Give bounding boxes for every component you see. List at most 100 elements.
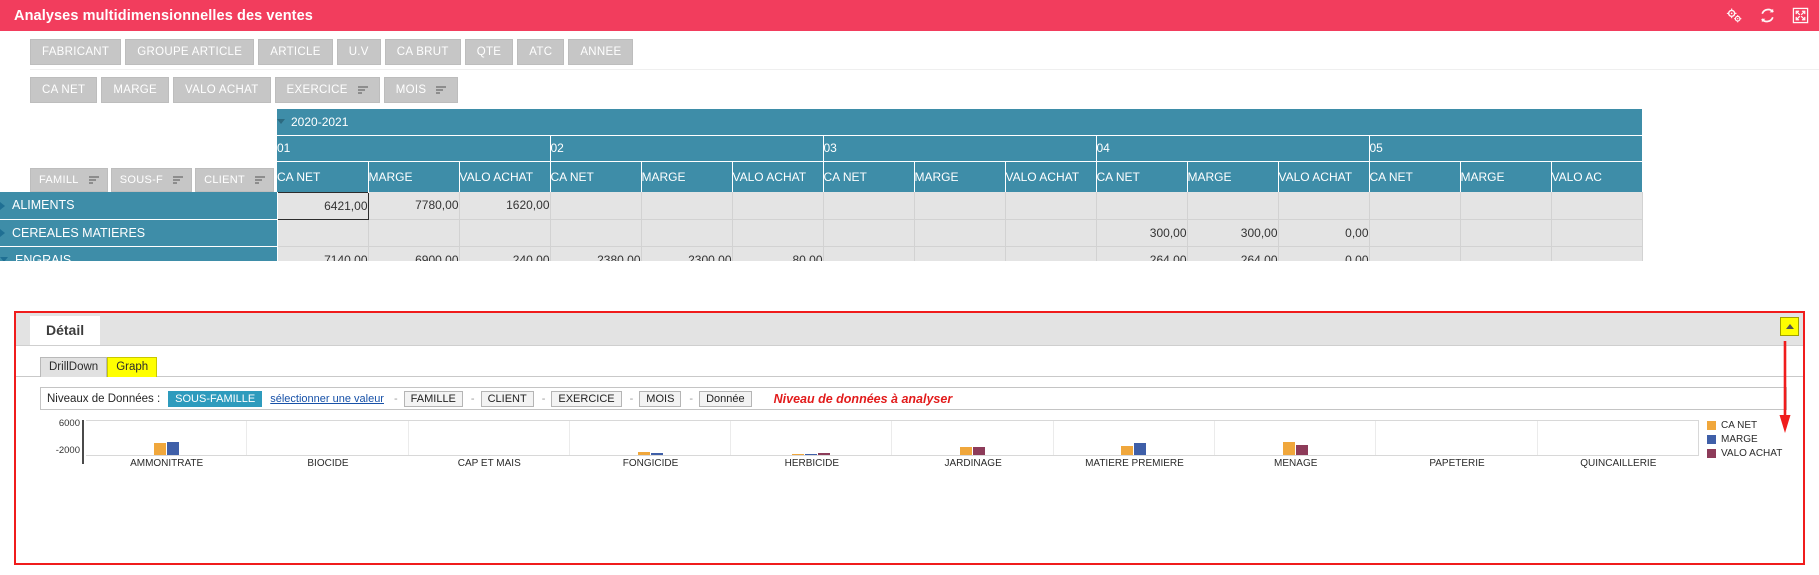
pivot-month-header[interactable]: 04 (1096, 135, 1369, 161)
select-value-link[interactable]: sélectionner une valeur (270, 393, 384, 405)
pivot-data-cell[interactable]: 80,00 (732, 246, 823, 261)
refresh-icon[interactable] (1759, 7, 1776, 24)
pivot-data-cell[interactable] (823, 246, 914, 261)
pivot-data-cell[interactable] (1551, 192, 1642, 219)
level-chip[interactable]: FAMILLE (404, 391, 463, 407)
pivot-table-region[interactable]: 2020-20210102030405FAMILLSOUS-FCLIENTCA … (0, 109, 1819, 261)
pivot-data-cell[interactable] (1096, 192, 1187, 219)
pivot-row-header[interactable]: ALIMENTS (0, 192, 277, 219)
pivot-data-cell[interactable] (1369, 192, 1460, 219)
pivot-measure-header[interactable]: MARGE (1460, 161, 1551, 192)
dimension-chip[interactable]: ATC (517, 39, 564, 65)
dimension-chip[interactable]: FABRICANT (30, 39, 121, 65)
pivot-data-cell[interactable]: 0,00 (1278, 246, 1369, 261)
pivot-row-header[interactable]: ENGRAIS (0, 246, 277, 261)
pivot-data-cell[interactable] (1369, 219, 1460, 246)
dimension-chip[interactable]: MOIS (384, 77, 459, 103)
pivot-data-cell[interactable]: 264,00 (1187, 246, 1278, 261)
pivot-data-cell[interactable]: 240,00 (459, 246, 550, 261)
pivot-data-cell[interactable]: 300,00 (1096, 219, 1187, 246)
pivot-data-cell[interactable] (641, 219, 732, 246)
pivot-month-header[interactable]: 02 (550, 135, 823, 161)
panel-collapse-button[interactable] (1780, 317, 1799, 336)
pivot-measure-header[interactable]: MARGE (914, 161, 1005, 192)
level-chip[interactable]: CLIENT (481, 391, 534, 407)
pivot-data-cell[interactable]: 1620,00 (459, 192, 550, 219)
pivot-measure-header[interactable]: VALO ACHAT (732, 161, 823, 192)
dimension-chip[interactable]: QTE (465, 39, 514, 65)
pivot-measure-header[interactable]: VALO AC (1551, 161, 1642, 192)
pivot-data-cell[interactable] (914, 192, 1005, 219)
tab-detail[interactable]: Détail (30, 316, 100, 345)
pivot-data-cell[interactable] (1005, 246, 1096, 261)
pivot-data-cell[interactable]: 300,00 (1187, 219, 1278, 246)
pivot-row-header[interactable]: CEREALES MATIERES (0, 219, 277, 246)
level-chip[interactable]: EXERCICE (551, 391, 621, 407)
pivot-measure-header[interactable]: VALO ACHAT (459, 161, 550, 192)
pivot-data-cell[interactable] (277, 219, 368, 246)
row-dimension-chip[interactable]: FAMILL (30, 168, 108, 192)
gears-icon[interactable] (1726, 7, 1743, 24)
legend-item[interactable]: MARGE (1707, 434, 1803, 445)
dimension-chip[interactable]: MARGE (101, 77, 169, 103)
pivot-data-cell[interactable]: 2380,00 (550, 246, 641, 261)
pivot-data-cell[interactable] (823, 219, 914, 246)
pivot-data-cell[interactable] (1278, 192, 1369, 219)
pivot-data-cell[interactable]: 264,00 (1096, 246, 1187, 261)
chart-plot-area[interactable]: AMMONITRATEBIOCIDECAP ET MAISFONGICIDEHE… (86, 418, 1699, 486)
pivot-month-header[interactable]: 03 (823, 135, 1096, 161)
dimension-chip[interactable]: CA NET (30, 77, 97, 103)
pivot-data-cell[interactable] (550, 192, 641, 219)
pivot-data-cell[interactable]: 2300,00 (641, 246, 732, 261)
pivot-month-header[interactable]: 05 (1369, 135, 1642, 161)
dimension-chip[interactable]: EXERCICE (275, 77, 380, 103)
dimension-chip[interactable]: ANNEE (568, 39, 633, 65)
pivot-data-cell[interactable]: 0,00 (1278, 219, 1369, 246)
pivot-data-cell[interactable] (641, 192, 732, 219)
pivot-measure-header[interactable]: VALO ACHAT (1278, 161, 1369, 192)
pivot-data-cell[interactable] (914, 219, 1005, 246)
pivot-data-cell[interactable] (1460, 246, 1551, 261)
pivot-measure-header[interactable]: CA NET (277, 161, 368, 192)
row-dimension-chip[interactable]: CLIENT (195, 168, 274, 192)
detail-tab-drilldown[interactable]: DrillDown (40, 357, 107, 377)
dimension-chip[interactable]: CA BRUT (385, 39, 461, 65)
pivot-data-cell[interactable] (550, 219, 641, 246)
pivot-data-cell[interactable] (368, 219, 459, 246)
pivot-data-cell[interactable] (1460, 192, 1551, 219)
pivot-data-cell[interactable]: 6900,00 (368, 246, 459, 261)
pivot-data-cell[interactable] (1005, 192, 1096, 219)
pivot-data-cell[interactable] (1460, 219, 1551, 246)
pivot-measure-header[interactable]: CA NET (823, 161, 914, 192)
level-chip[interactable]: SOUS-FAMILLE (168, 391, 262, 407)
pivot-measure-header[interactable]: CA NET (1369, 161, 1460, 192)
dimension-chip[interactable]: ARTICLE (258, 39, 332, 65)
pivot-data-cell[interactable] (1187, 192, 1278, 219)
pivot-group-header[interactable]: 2020-2021 (277, 109, 1642, 135)
legend-item[interactable]: VALO ACHAT (1707, 448, 1803, 459)
level-chip[interactable]: MOIS (639, 391, 681, 407)
pivot-data-cell[interactable] (1551, 219, 1642, 246)
pivot-measure-header[interactable]: MARGE (641, 161, 732, 192)
legend-item[interactable]: CA NET (1707, 420, 1803, 431)
pivot-data-cell[interactable] (732, 192, 823, 219)
pivot-data-cell[interactable]: 7140,00 (277, 246, 368, 261)
pivot-data-cell[interactable] (823, 192, 914, 219)
pivot-data-cell[interactable]: 7780,00 (368, 192, 459, 219)
pivot-data-cell[interactable] (1005, 219, 1096, 246)
pivot-data-cell[interactable] (914, 246, 1005, 261)
pivot-data-cell[interactable] (1551, 246, 1642, 261)
dimension-chip[interactable]: VALO ACHAT (173, 77, 271, 103)
pivot-data-cell[interactable]: 6421,00 (277, 192, 368, 219)
pivot-measure-header[interactable]: CA NET (550, 161, 641, 192)
level-chip[interactable]: Donnée (699, 391, 752, 407)
pivot-data-cell[interactable] (1369, 246, 1460, 261)
pivot-measure-header[interactable]: CA NET (1096, 161, 1187, 192)
pivot-measure-header[interactable]: MARGE (368, 161, 459, 192)
fullscreen-icon[interactable] (1792, 7, 1809, 24)
pivot-data-cell[interactable] (732, 219, 823, 246)
row-dimension-chip[interactable]: SOUS-F (111, 168, 192, 192)
detail-tab-graph[interactable]: Graph (107, 357, 157, 377)
dimension-chip[interactable]: GROUPE ARTICLE (125, 39, 254, 65)
pivot-measure-header[interactable]: MARGE (1187, 161, 1278, 192)
